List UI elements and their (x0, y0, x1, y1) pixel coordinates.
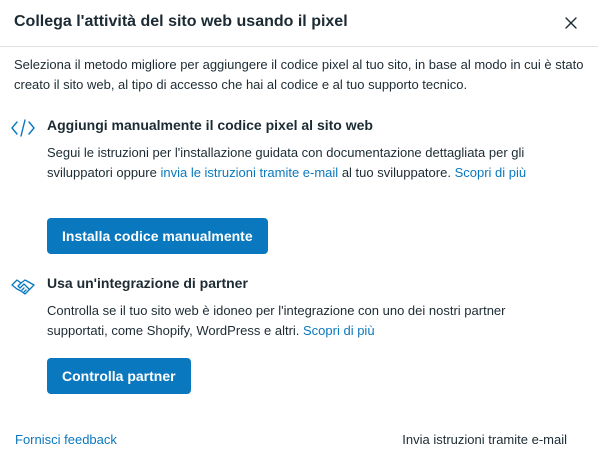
dialog-header: Collega l'attività del sito web usando i… (0, 0, 598, 47)
install-code-manually-button[interactable]: Installa codice manualmente (47, 218, 268, 254)
code-icon (10, 117, 36, 139)
close-button[interactable] (561, 13, 581, 33)
partner-learn-more-link[interactable]: Scopri di più (303, 323, 375, 338)
email-instructions-button[interactable]: Invia istruzioni tramite e-mail (402, 432, 567, 447)
manual-learn-more-link[interactable]: Scopri di più (455, 165, 527, 180)
pixel-setup-dialog: Collega l'attività del sito web usando i… (0, 0, 598, 472)
handshake-icon (10, 275, 36, 297)
manual-section-title: Aggiungi manualmente il codice pixel al … (47, 117, 373, 133)
partner-section-description: Controlla se il tuo sito web è idoneo pe… (47, 301, 567, 341)
dialog-title: Collega l'attività del sito web usando i… (14, 13, 348, 30)
partner-desc-text: Controlla se il tuo sito web è idoneo pe… (47, 303, 506, 338)
email-instructions-link[interactable]: invia le istruzioni tramite e-mail (160, 165, 338, 180)
check-partners-button[interactable]: Controlla partner (47, 358, 191, 394)
feedback-link[interactable]: Fornisci feedback (15, 432, 117, 447)
manual-section-description: Segui le istruzioni per l'installazione … (47, 143, 567, 183)
partner-section-title: Usa un'integrazione di partner (47, 275, 248, 291)
close-icon (565, 17, 577, 29)
dialog-intro: Seleziona il metodo migliore per aggiung… (14, 57, 584, 92)
manual-desc-text-end: al tuo sviluppatore. (338, 165, 455, 180)
